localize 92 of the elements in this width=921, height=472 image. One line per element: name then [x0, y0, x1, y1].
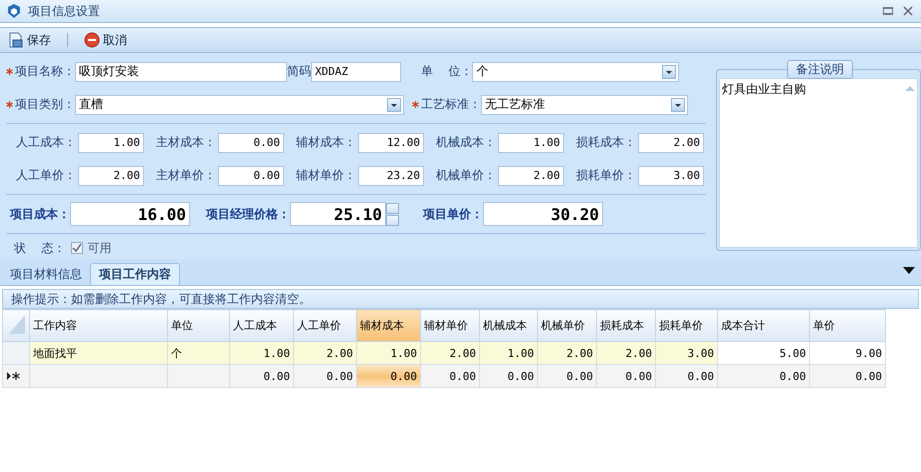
column-header[interactable]: 人工成本 [230, 310, 294, 342]
table-cell: 3.00 [656, 342, 718, 364]
select-field[interactable]: 个 [472, 62, 680, 82]
field-label: 主材成本： [154, 134, 217, 151]
checkbox-label: 可用 [87, 240, 112, 256]
input-field[interactable]: 16.00 [70, 202, 190, 226]
field-label: 机械成本： [434, 134, 497, 151]
field-label: 损耗成本： [574, 134, 637, 151]
column-header[interactable]: 机械成本 [480, 310, 538, 342]
table-cell: 个 [168, 342, 230, 364]
row-header[interactable] [2, 364, 30, 388]
input-field[interactable]: 30.20 [483, 202, 603, 226]
minimize-button[interactable] [881, 5, 895, 17]
field-label: 状 态： [14, 240, 66, 256]
input-field[interactable]: 25.10 [290, 202, 386, 226]
dropdown-button[interactable] [387, 98, 401, 112]
input-field[interactable]: XDDAZ [311, 62, 401, 82]
table-cell: 0.00 [230, 364, 294, 388]
cancel-icon [84, 32, 100, 48]
table-cell: 1.00 [230, 342, 294, 364]
field-label: 项目成本： [10, 206, 70, 222]
table-cell: 0.00 [294, 364, 356, 388]
field-label: 辅材单价： [294, 167, 357, 184]
input-field[interactable]: 12.00 [358, 132, 424, 152]
table-cell: 0.00 [656, 364, 718, 388]
group-legend: 备注说明 [787, 60, 853, 79]
column-header[interactable]: 单价 [810, 310, 886, 342]
field-label: 损耗单价： [574, 167, 637, 184]
table-cell: 0.00 [420, 364, 480, 388]
table-cell: 2.00 [294, 342, 356, 364]
save-button[interactable]: 保存 [4, 32, 55, 48]
hint-text: 操作提示：如需删除工作内容，可直接将工作内容清空。 [2, 289, 919, 309]
table-cell: 地面找平 [30, 342, 168, 364]
field-label: 人工成本： [14, 134, 77, 151]
tab[interactable]: 项目材料信息 [2, 263, 90, 285]
input-field[interactable]: 1.00 [78, 132, 144, 152]
table-cell [168, 364, 230, 388]
field-label: 简码 [287, 63, 311, 80]
window-title: 项目信息设置 [28, 2, 101, 20]
table-cell: 9.00 [810, 342, 886, 364]
table-cell: 0.00 [810, 364, 886, 388]
column-header[interactable]: 成本合计 [718, 310, 810, 342]
field-label: 机械单价： [434, 167, 497, 184]
table-cell: 0.00 [538, 364, 596, 388]
cancel-button[interactable]: 取消 [80, 32, 131, 48]
table-cell: 0.00 [356, 364, 420, 388]
input-field[interactable]: 2.00 [498, 166, 564, 186]
field-label: 辅材成本： [294, 134, 357, 151]
dropdown-arrow-icon[interactable] [903, 267, 915, 275]
field-label: 工艺标准： [421, 96, 481, 113]
new-row-icon [7, 372, 21, 380]
table-cell: 1.00 [480, 342, 538, 364]
field-label: 主材单价： [154, 167, 217, 184]
input-field[interactable]: 0.00 [218, 166, 284, 186]
column-header[interactable]: 辅材成本 [356, 310, 420, 342]
input-field[interactable]: 2.00 [78, 166, 144, 186]
close-button[interactable] [901, 5, 915, 17]
column-header[interactable]: 人工单价 [294, 310, 356, 342]
dropdown-button[interactable] [671, 98, 685, 112]
field-label: 项目名称： [15, 63, 75, 80]
table-cell: 5.00 [718, 342, 810, 364]
table-cell: 0.00 [480, 364, 538, 388]
column-header[interactable]: 辅材单价 [420, 310, 480, 342]
table-cell: 1.00 [356, 342, 420, 364]
field-label: 人工单价： [14, 167, 77, 184]
field-label: 项目经理价格： [206, 206, 290, 222]
input-field[interactable]: 吸顶灯安装 [75, 62, 287, 82]
tab[interactable]: 项目工作内容 [90, 263, 180, 285]
select-field[interactable]: 无工艺标准 [481, 94, 688, 114]
column-header[interactable]: 机械单价 [538, 310, 596, 342]
table-cell: 0.00 [596, 364, 656, 388]
dropdown-button[interactable] [662, 64, 676, 78]
table-cell: 2.00 [538, 342, 596, 364]
field-label: 单 位： [421, 63, 472, 80]
field-label: 项目类别： [15, 96, 75, 113]
select-field[interactable]: 直槽 [75, 94, 404, 114]
save-icon [8, 32, 24, 48]
table-cell: 2.00 [596, 342, 656, 364]
table-cell: 2.00 [420, 342, 480, 364]
input-field[interactable]: 0.00 [218, 132, 284, 152]
input-field[interactable]: 3.00 [638, 166, 704, 186]
table-cell: 0.00 [718, 364, 810, 388]
input-field[interactable]: 2.00 [638, 132, 704, 152]
column-header[interactable]: 损耗单价 [656, 310, 718, 342]
field-label: 项目单价： [423, 206, 483, 222]
column-header[interactable]: 单位 [168, 310, 230, 342]
input-field[interactable]: 1.00 [498, 132, 564, 152]
memo-field[interactable]: 灯具由业主自购 [719, 78, 918, 248]
column-header[interactable]: 工作内容 [30, 310, 168, 342]
app-logo-icon [6, 3, 22, 19]
column-header[interactable]: 损耗成本 [596, 310, 656, 342]
input-field[interactable]: 23.20 [358, 166, 424, 186]
